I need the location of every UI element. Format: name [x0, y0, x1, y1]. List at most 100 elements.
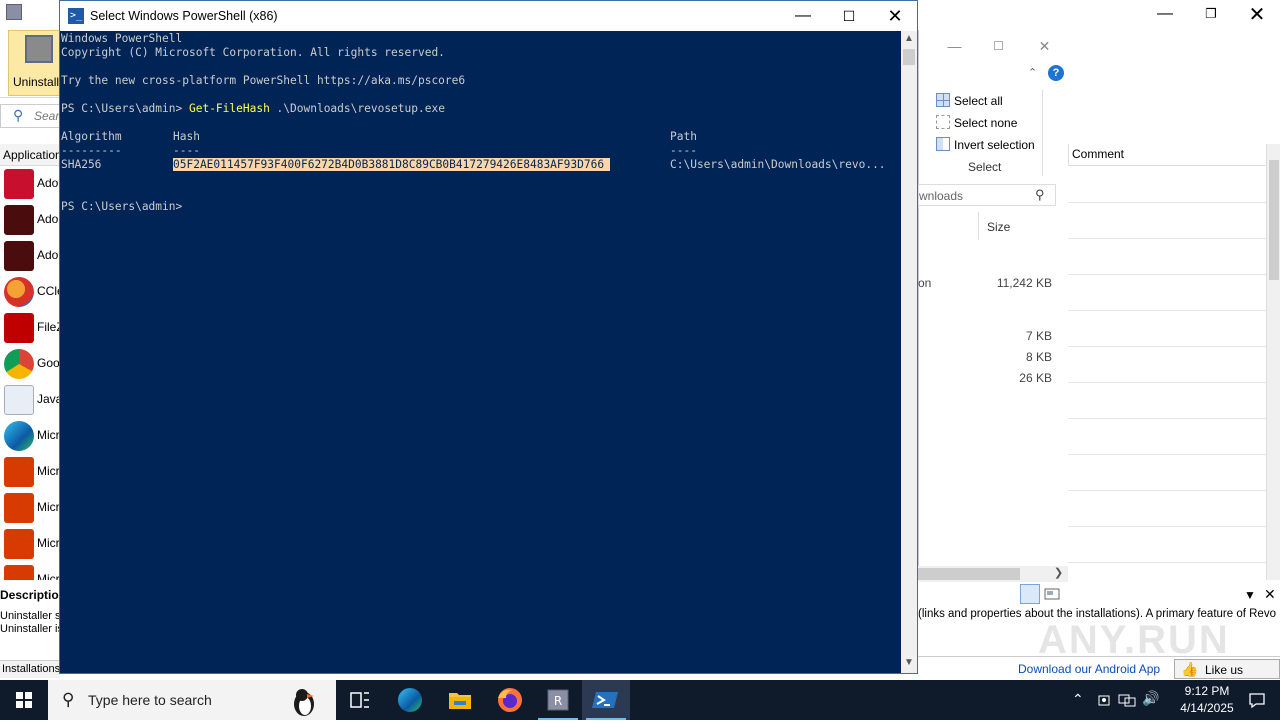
row-divider [1068, 274, 1266, 275]
task-view-button[interactable] [336, 680, 384, 720]
minimize-icon[interactable]: — [1142, 0, 1188, 28]
close-pane-icon[interactable]: ✕ [1264, 586, 1276, 603]
list-item[interactable]: Java [0, 382, 62, 418]
puffin-icon [294, 689, 314, 716]
scroll-thumb[interactable] [918, 568, 1020, 580]
list-item[interactable]: Micr [0, 490, 60, 526]
maximize-icon[interactable]: ☐ [976, 30, 1021, 62]
close-icon[interactable]: ✕ [1234, 0, 1280, 28]
list-item[interactable]: Micr [0, 526, 60, 562]
start-button[interactable] [0, 680, 48, 720]
search-icon: ⚲ [1035, 187, 1045, 202]
list-item[interactable]: FileZ [0, 310, 64, 346]
volume-icon[interactable]: 🔊 [1142, 690, 1159, 707]
taskbar-revo-uninstaller[interactable]: R [534, 680, 582, 720]
list-item[interactable]: Ado [0, 166, 60, 202]
list-item[interactable]: Goo [0, 346, 60, 382]
search-text: wnloads [919, 189, 964, 203]
notification-icon[interactable] [1248, 691, 1266, 709]
list-item[interactable]: Micr [0, 418, 60, 454]
scroll-thumb[interactable] [903, 49, 915, 65]
command-argument: .\Downloads\revosetup.exe [269, 102, 445, 115]
restore-icon[interactable]: ❐ [1188, 0, 1234, 28]
view-toggle [1018, 584, 1064, 604]
app-name: Goo [37, 356, 60, 370]
file-name[interactable]: on [918, 276, 931, 290]
explorer-caption-buttons: — ☐ ✕ [918, 30, 1068, 62]
chrome-icon [4, 349, 34, 379]
hash-selection[interactable]: 05F2AE011457F93F400F6272B4D0B3881D8C89CB… [173, 158, 611, 171]
chevron-up-icon[interactable]: ⌃ [1028, 66, 1042, 80]
row-divider [1068, 382, 1266, 383]
list-item[interactable]: Ado [0, 202, 60, 238]
revo-vertical-scrollbar[interactable] [1266, 144, 1280, 580]
description-line: Uninstaller s [0, 610, 60, 622]
large-icons-view-icon[interactable] [1042, 584, 1062, 604]
list-item[interactable]: Micr [0, 454, 60, 490]
minimize-icon[interactable]: — [780, 1, 826, 31]
maximize-icon[interactable]: ☐ [826, 1, 872, 31]
ccleaner-icon [4, 277, 34, 307]
column-application-label: Application [3, 148, 62, 162]
comment-column-label: Comment [1072, 147, 1125, 161]
explorer-search-input[interactable]: wnloads ⚲ [918, 184, 1056, 206]
help-icon[interactable]: ? [1048, 65, 1064, 81]
pin-icon[interactable]: ▼ [1244, 588, 1256, 602]
row-divider [1068, 418, 1266, 419]
clock-date[interactable]: 4/14/2025 [1172, 701, 1242, 715]
list-item[interactable]: Micr [0, 562, 60, 580]
list-item[interactable]: Ado [0, 238, 60, 274]
column-header-size[interactable]: Size [978, 212, 1060, 240]
firefox-icon [498, 688, 522, 712]
explorer-horizontal-scrollbar[interactable]: ❯ [918, 566, 1068, 582]
adobe-flash-icon [4, 205, 34, 235]
column-header-comment[interactable]: Comment [1068, 144, 1266, 166]
office-icon [4, 565, 34, 580]
row-divider [1068, 562, 1266, 563]
column-header-application[interactable]: Application [0, 144, 62, 166]
clock-time[interactable]: 9:12 PM [1172, 684, 1242, 698]
chevron-right-icon[interactable]: ❯ [1054, 566, 1063, 579]
java-icon [4, 385, 34, 415]
app-name: Ado [37, 212, 59, 226]
taskbar-powershell[interactable] [582, 680, 630, 720]
close-icon[interactable]: ✕ [872, 1, 918, 31]
revo-search-input[interactable]: ⚲ Search [0, 104, 72, 128]
file-size: 11,242 KB [996, 276, 1052, 290]
app-name: Micr [37, 464, 60, 478]
taskbar-firefox[interactable] [486, 680, 534, 720]
revo-uninstaller-icon: R [547, 689, 569, 711]
select-all-icon [936, 93, 950, 107]
powershell-console[interactable]: Windows PowerShell Copyright (C) Microso… [60, 31, 901, 673]
hash-value-line: 05F2AE011457F93F400F6272B4D0B3881D8C89CB… [173, 158, 611, 172]
chevron-down-icon[interactable]: ▼ [904, 657, 914, 668]
chevron-up-icon[interactable]: ▲ [904, 33, 914, 44]
powershell-scrollbar[interactable]: ▲ ▼ [901, 31, 917, 673]
filezilla-icon [4, 313, 34, 343]
list-item[interactable]: CCle [0, 274, 64, 310]
select-group-label: Select [968, 160, 1002, 174]
details-view-icon[interactable] [1020, 584, 1040, 604]
edge-icon [398, 688, 422, 712]
search-icon: ⚲ [62, 690, 75, 709]
taskbar-file-explorer[interactable] [436, 680, 484, 720]
minimize-icon[interactable]: — [932, 30, 977, 62]
close-icon[interactable]: ✕ [1022, 30, 1067, 62]
taskbar-edge[interactable] [386, 680, 434, 720]
folder-icon [449, 693, 471, 709]
chevron-up-icon[interactable]: ⌃ [1072, 691, 1084, 708]
like-us-button[interactable]: 👍 Like us [1174, 659, 1280, 679]
size-column-label: Size [987, 220, 1011, 234]
android-app-link[interactable]: Download our Android App [1018, 662, 1160, 676]
file-size: 8 KB [1025, 350, 1052, 364]
row-divider [1068, 202, 1266, 203]
security-icon[interactable] [1096, 692, 1112, 708]
uninstall-button[interactable]: Uninstall [8, 30, 60, 96]
scroll-thumb[interactable] [1269, 160, 1279, 280]
thumbs-up-icon: 👍 [1181, 661, 1199, 677]
taskbar-search-input[interactable]: ⚲ Type here to search [48, 680, 336, 720]
algorithm-value: SHA256 [61, 158, 102, 171]
revo-caption-buttons: — ❐ ✕ [1138, 0, 1280, 28]
network-icon[interactable] [1118, 692, 1136, 708]
powershell-titlebar[interactable]: >_ Select Windows PowerShell (x86) — ☐ ✕ [60, 1, 917, 31]
